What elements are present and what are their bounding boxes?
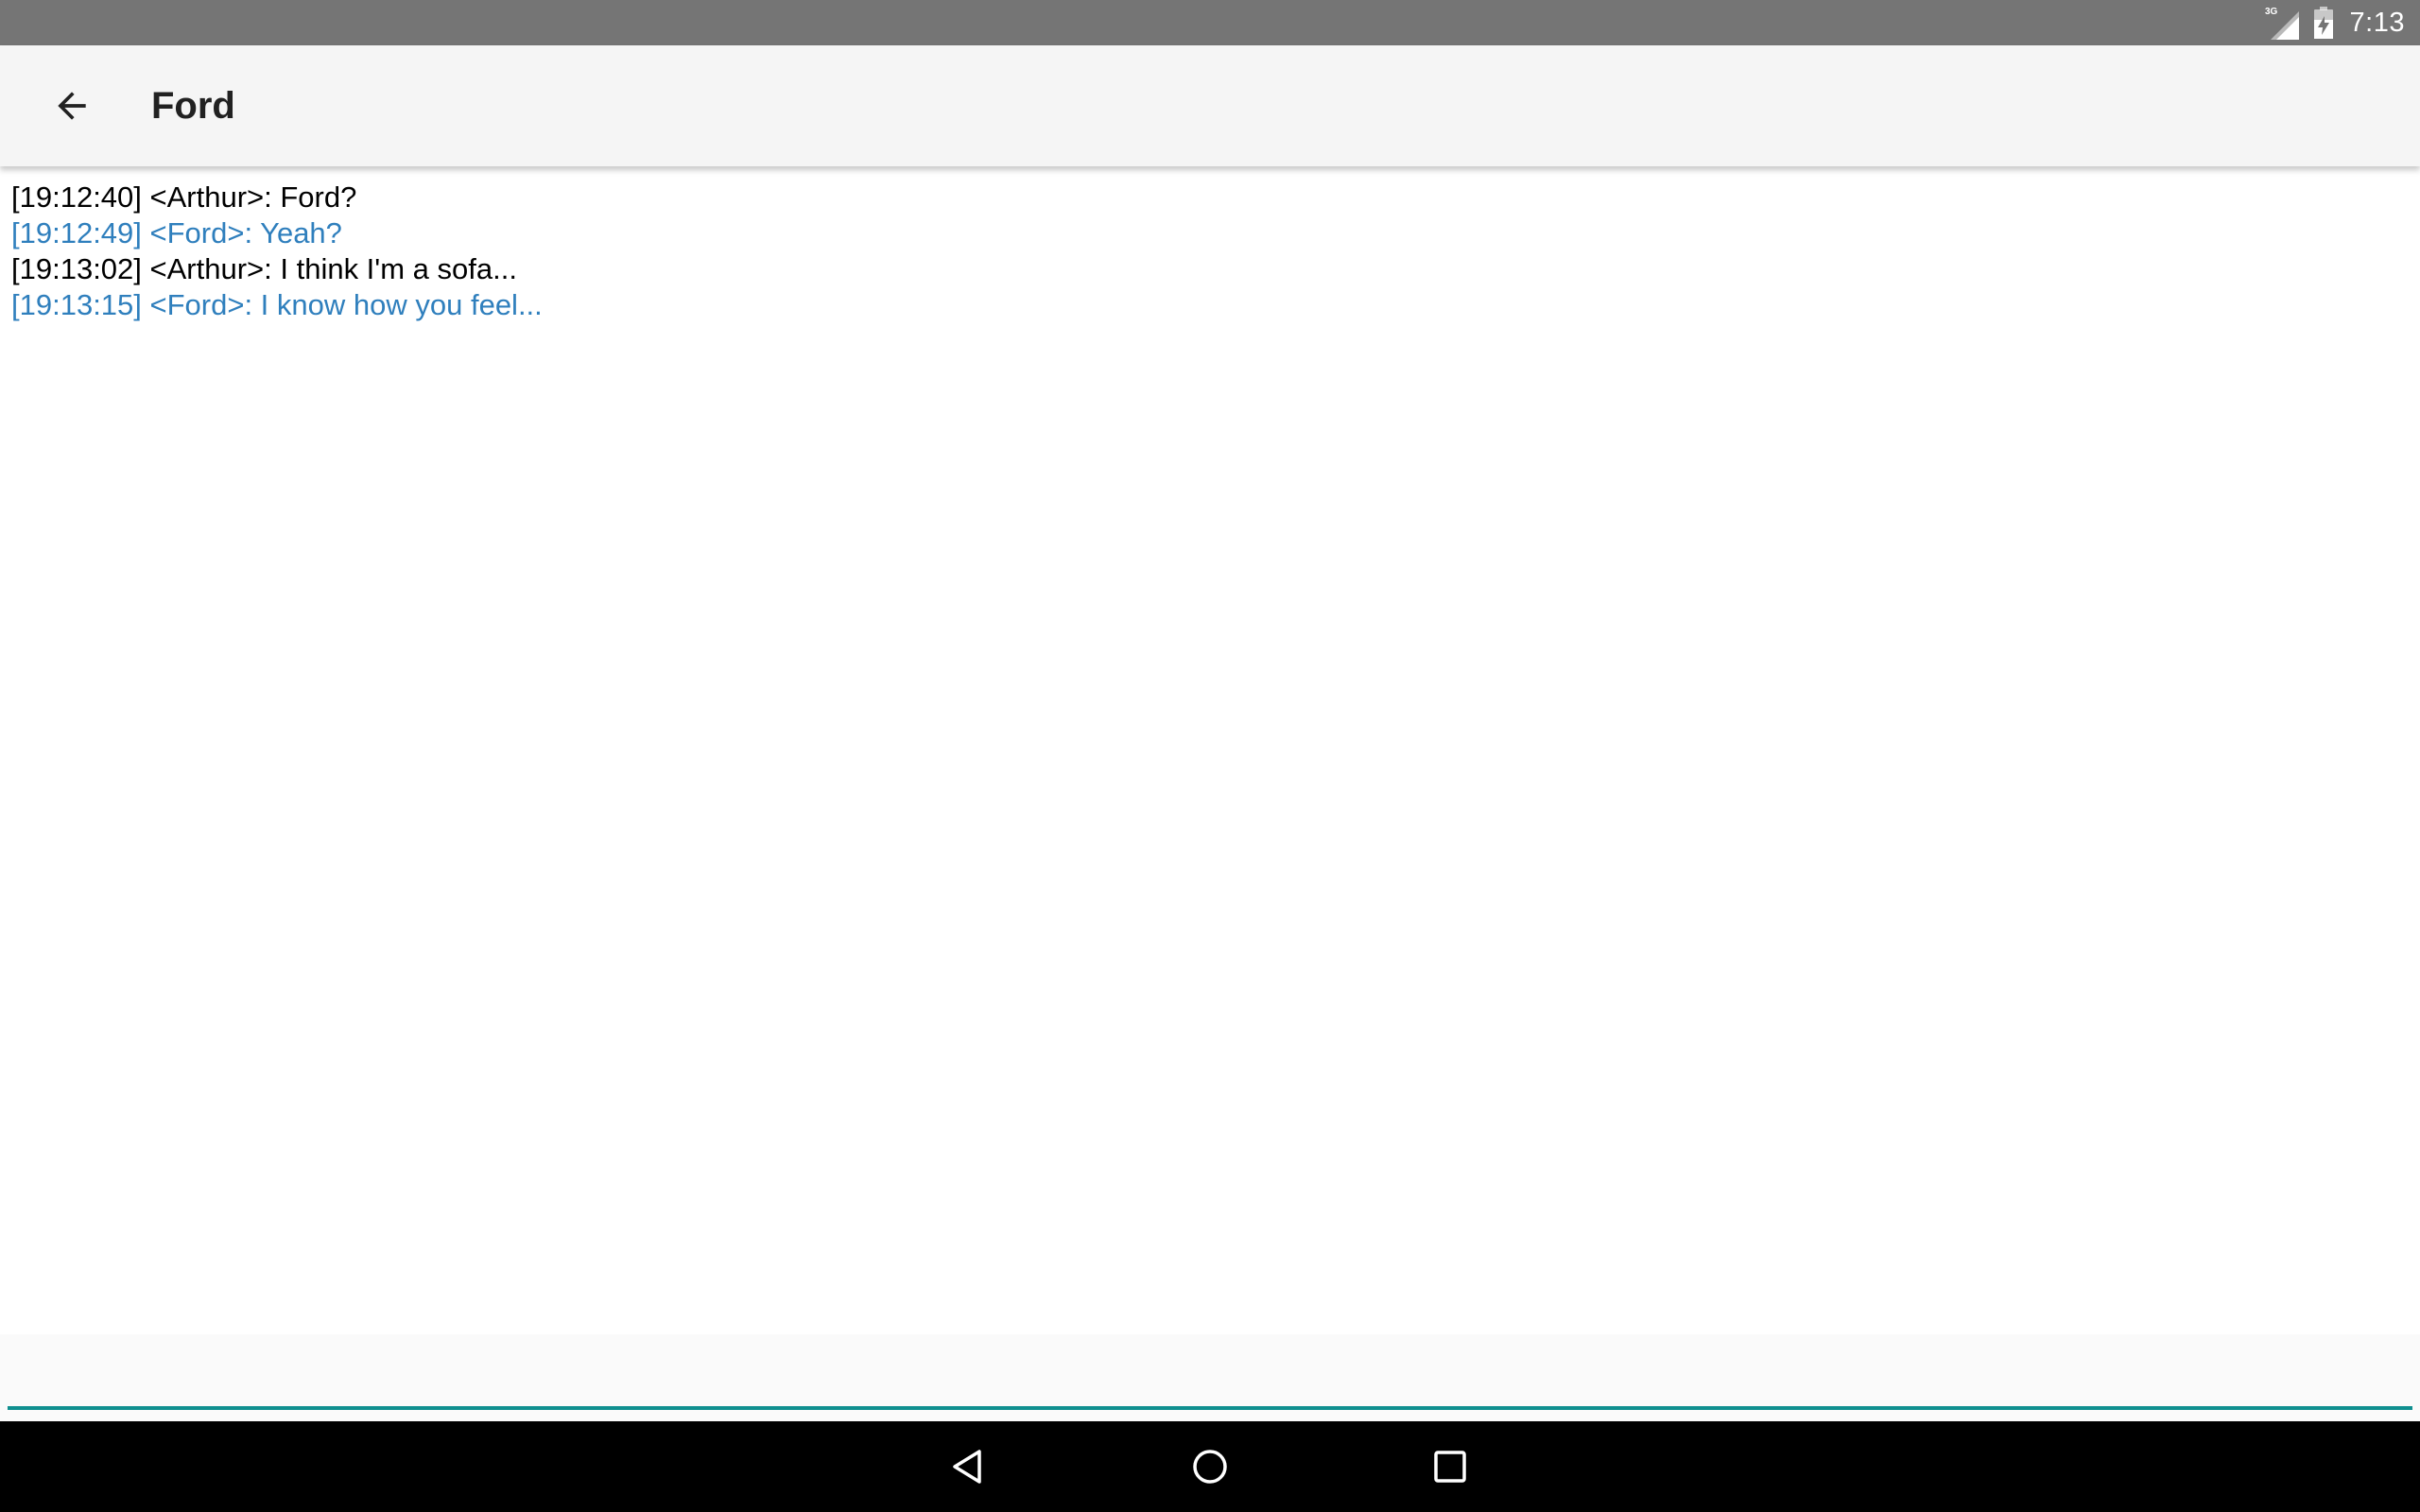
chat-log[interactable]: [19:12:40] <Arthur>: Ford? [19:12:49] <F… [11, 180, 2412, 323]
chat-message: [19:12:40] <Arthur>: Ford? [11, 180, 357, 214]
app-bar: Ford [0, 45, 2420, 166]
nav-back-button[interactable] [930, 1429, 1006, 1504]
nav-back-icon [953, 1450, 981, 1484]
message-input[interactable] [8, 1344, 2412, 1410]
nav-recents-icon [1434, 1451, 1466, 1483]
message-composer [0, 1334, 2420, 1421]
back-button[interactable] [34, 68, 110, 144]
chat-message: [19:12:49] <Ford>: Yeah? [11, 216, 342, 249]
nav-home-button[interactable] [1172, 1429, 1248, 1504]
chat-message: [19:13:02] <Arthur>: I think I'm a sofa.… [11, 252, 517, 285]
nav-home-icon [1193, 1450, 1227, 1484]
status-bar: 3G 7:13 [0, 0, 2420, 45]
status-icons: 3G 7:13 [2265, 0, 2405, 45]
arrow-back-icon [58, 92, 86, 120]
conversation-title: Ford [151, 85, 235, 127]
clock: 7:13 [2349, 7, 2405, 38]
chat-message: [19:13:15] <Ford>: I know how you feel..… [11, 288, 543, 321]
battery-charging-icon [2313, 7, 2333, 39]
signal-3g-icon: 3G [2265, 7, 2299, 40]
network-type-label: 3G [2265, 7, 2278, 17]
nav-recents-button[interactable] [1412, 1429, 1488, 1504]
navigation-bar [0, 1421, 2420, 1512]
